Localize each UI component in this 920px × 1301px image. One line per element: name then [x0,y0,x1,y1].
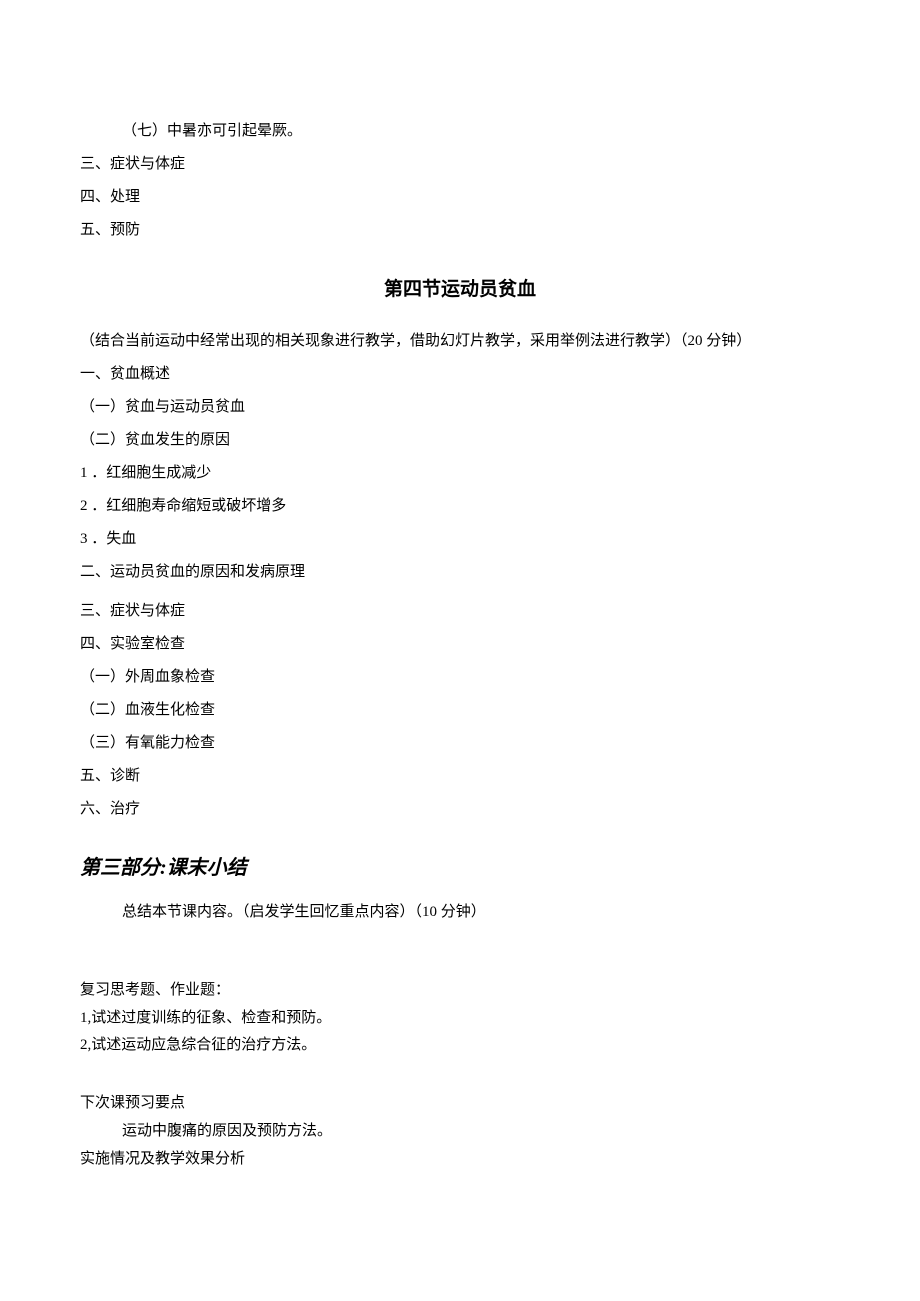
next-title: 下次课预习要点 [80,1090,840,1118]
s4-heading-4: 四、实验室检查 [80,628,840,661]
s4-heading-5: 五、诊断 [80,760,840,793]
s4-sub-4-3: （三）有氧能力检查 [80,727,840,760]
s4-list-1: 1 ．红细胞生成减少 [80,457,840,490]
s4-sub-4-2: （二）血液生化检查 [80,694,840,727]
next-block: 下次课预习要点 运动中腹痛的原因及预防方法。 实施情况及教学效果分析 [80,1090,840,1173]
implementation-line: 实施情况及教学效果分析 [80,1146,840,1174]
document-page: （七）中暑亦可引起晕厥。 三、症状与体症 四、处理 五、预防 第四节运动员贫血 … [0,0,920,1253]
review-q1: 1,试述过度训练的征象、检查和预防。 [80,1005,840,1033]
review-title: 复习思考题、作业题： [80,977,840,1005]
s4-list-2: 2 ．红细胞寿命缩短或破坏增多 [80,490,840,523]
part-3-summary: 总结本节课内容。（启发学生回忆重点内容）（10 分钟） [80,896,840,929]
part-3-heading: 第三部分:课末小结 [80,846,840,890]
s4-sub-1-2: （二）贫血发生的原因 [80,424,840,457]
outline-heading-5: 五、预防 [80,214,840,247]
section-4-title: 第四节运动员贫血 [80,269,840,311]
review-block: 复习思考题、作业题： 1,试述过度训练的征象、检查和预防。 2,试述运动应急综合… [80,977,840,1060]
s4-heading-1: 一、贫血概述 [80,358,840,391]
section-4-note: （结合当前运动中经常出现的相关现象进行教学，借助幻灯片教学，采用举例法进行教学）… [80,325,840,358]
s4-sub-1-1: （一）贫血与运动员贫血 [80,391,840,424]
s4-heading-2: 二、运动员贫血的原因和发病原理 [80,556,840,589]
next-content: 运动中腹痛的原因及预防方法。 [80,1118,840,1146]
s4-heading-6: 六、治疗 [80,793,840,826]
s4-sub-4-1: （一）外周血象检查 [80,661,840,694]
review-q2: 2,试述运动应急综合征的治疗方法。 [80,1032,840,1060]
s4-list-3: 3 ．失血 [80,523,840,556]
s4-heading-3: 三、症状与体症 [80,595,840,628]
outline-heading-3: 三、症状与体症 [80,148,840,181]
outline-item-7: （七）中暑亦可引起晕厥。 [80,115,840,148]
outline-heading-4: 四、处理 [80,181,840,214]
